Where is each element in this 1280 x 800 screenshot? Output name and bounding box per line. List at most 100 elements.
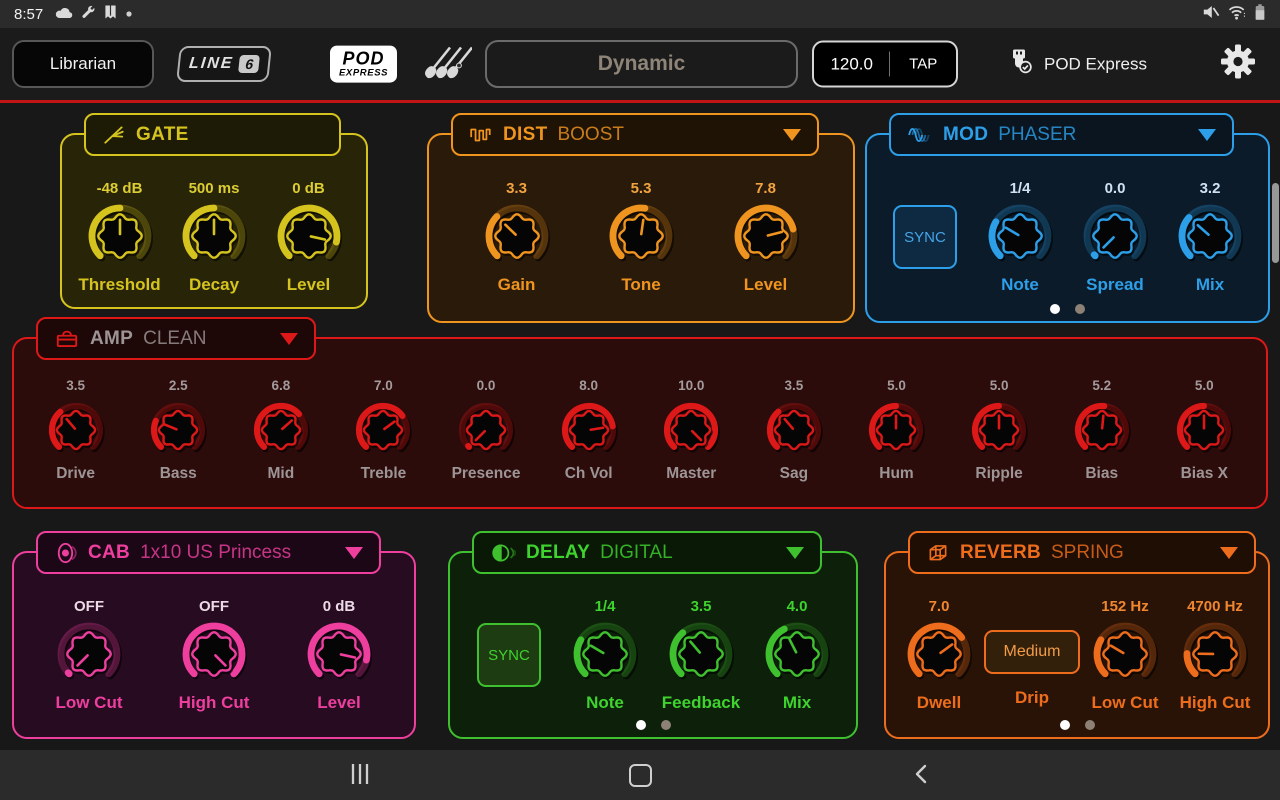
knob-drive[interactable]	[47, 401, 105, 464]
knob-high-cut[interactable]	[181, 621, 247, 692]
pager-dot[interactable]	[1075, 304, 1085, 314]
knob-value: 5.0	[990, 378, 1009, 398]
knob-decay[interactable]	[181, 203, 247, 274]
reverb-header[interactable]: REVERB SPRING	[908, 531, 1256, 574]
knob-label: Hum	[879, 465, 913, 483]
knob-label: Level	[744, 275, 787, 295]
knob-mix[interactable]	[1177, 203, 1243, 274]
knob-hum[interactable]	[867, 401, 925, 464]
knob-low-cut[interactable]	[1092, 621, 1158, 692]
tap-button[interactable]: TAP	[890, 56, 956, 73]
knob-bass[interactable]	[149, 401, 207, 464]
sync-button[interactable]: SYNC	[477, 623, 541, 687]
knob-master[interactable]	[662, 401, 720, 464]
knob-unit-bias-x: 5.0 Bias X	[1155, 378, 1253, 483]
knob-threshold[interactable]	[87, 203, 153, 274]
knob-feedback[interactable]	[668, 621, 734, 692]
knob-sag[interactable]	[765, 401, 823, 464]
knob-dwell[interactable]	[906, 621, 972, 692]
knob-bias[interactable]	[1073, 401, 1131, 464]
knob-unit-sag: 3.5 Sag	[745, 378, 843, 483]
knob-level[interactable]	[276, 203, 342, 274]
dropdown-caret-icon[interactable]	[786, 547, 804, 559]
knob-label: Level	[287, 275, 330, 295]
knob-label: Low Cut	[1091, 693, 1158, 713]
pager-dot[interactable]	[1050, 304, 1060, 314]
drip-button[interactable]: Medium	[984, 630, 1080, 674]
knob-value: 7.8	[755, 180, 776, 200]
knob-bias-x[interactable]	[1175, 401, 1233, 464]
settings-gear-icon[interactable]	[1220, 44, 1256, 85]
knob-ch-vol[interactable]	[560, 401, 618, 464]
scrollbar[interactable]	[1272, 183, 1279, 263]
dropdown-caret-icon[interactable]	[783, 129, 801, 141]
device-status: POD Express	[1005, 47, 1147, 82]
dropdown-caret-icon[interactable]	[345, 547, 363, 559]
librarian-button[interactable]: Librarian	[12, 40, 154, 88]
mod-icon	[907, 123, 933, 147]
home-icon	[629, 764, 652, 787]
guitars-icon[interactable]	[420, 42, 472, 87]
line6-logo-six: 6	[239, 55, 261, 73]
knob-note[interactable]	[987, 203, 1053, 274]
knob-level[interactable]	[733, 203, 799, 274]
knob-unit-ripple: 5.0 Ripple	[950, 378, 1048, 483]
knob-label: Bias	[1085, 465, 1118, 483]
knob-mix[interactable]	[764, 621, 830, 692]
effects-panel: GATE -48 dB Threshold500 ms Decay0 dB Le…	[0, 103, 1280, 750]
dropdown-caret-icon[interactable]	[1198, 129, 1216, 141]
knob-value: 7.0	[374, 378, 393, 398]
amp-header[interactable]: AMP CLEAN	[36, 317, 316, 360]
knob-label: Master	[666, 465, 716, 483]
knob-mid[interactable]	[252, 401, 310, 464]
knob-gain[interactable]	[484, 203, 550, 274]
reverb-block: REVERB SPRING 7.0 DwellMediumDrip152 Hz …	[884, 551, 1270, 739]
recents-button[interactable]	[338, 753, 382, 797]
pager-dot[interactable]	[661, 720, 671, 730]
tempo-control[interactable]: 120.0 TAP	[812, 41, 958, 88]
knob-ripple[interactable]	[970, 401, 1028, 464]
knob-treble[interactable]	[354, 401, 412, 464]
knob-high-cut[interactable]	[1182, 621, 1248, 692]
knob-value: 3.3	[506, 180, 527, 200]
dist-controls: 3.3 Gain5.3 Tone7.8 Level	[429, 135, 853, 295]
knob-value: OFF	[199, 598, 229, 618]
knob-unit-note: 1/4 Note	[975, 180, 1065, 295]
cab-header[interactable]: CAB 1x10 US Princess	[36, 531, 381, 574]
bpm-value[interactable]: 120.0	[814, 54, 889, 74]
pager-dot[interactable]	[636, 720, 646, 730]
knob-tone[interactable]	[608, 203, 674, 274]
home-button[interactable]	[618, 753, 662, 797]
knob-value: 6.8	[271, 378, 290, 398]
gate-header[interactable]: GATE	[84, 113, 341, 156]
knob-value: 3.2	[1200, 180, 1221, 200]
knob-low-cut[interactable]	[56, 621, 122, 692]
sync-unit: SYNC	[880, 180, 970, 269]
pager-dot[interactable]	[1085, 720, 1095, 730]
knob-unit-feedback: 3.5 Feedback	[656, 598, 746, 713]
wrench-icon	[80, 4, 96, 25]
back-button[interactable]	[900, 753, 944, 797]
usb-device-icon	[1005, 47, 1035, 82]
pager-dot[interactable]	[1060, 720, 1070, 730]
knob-label: Note	[586, 693, 624, 713]
knob-label: Level	[317, 693, 360, 713]
delay-header[interactable]: DELAY DIGITAL	[472, 531, 822, 574]
knob-unit-level: 7.8 Level	[721, 180, 811, 295]
preset-selector[interactable]: Dynamic	[485, 40, 798, 88]
knob-spread[interactable]	[1082, 203, 1148, 274]
mod-header[interactable]: MOD PHASER	[889, 113, 1234, 156]
dist-header[interactable]: DIST BOOST	[451, 113, 819, 156]
knob-level[interactable]	[306, 621, 372, 692]
muted-speaker-icon	[1202, 4, 1220, 25]
knob-label: Mix	[1196, 275, 1224, 295]
knob-unit-low-cut: 152 Hz Low Cut	[1080, 598, 1170, 713]
sync-button[interactable]: SYNC	[893, 205, 957, 269]
mod-block: MOD PHASER SYNC1/4 Note0.0 Spread3.2 Mix	[865, 133, 1270, 323]
dropdown-caret-icon[interactable]	[1220, 547, 1238, 559]
dropdown-caret-icon[interactable]	[280, 333, 298, 345]
knob-note[interactable]	[572, 621, 638, 692]
knob-unit-decay: 500 ms Decay	[169, 180, 259, 295]
knob-presence[interactable]	[457, 401, 515, 464]
gate-block: GATE -48 dB Threshold500 ms Decay0 dB Le…	[60, 133, 368, 309]
